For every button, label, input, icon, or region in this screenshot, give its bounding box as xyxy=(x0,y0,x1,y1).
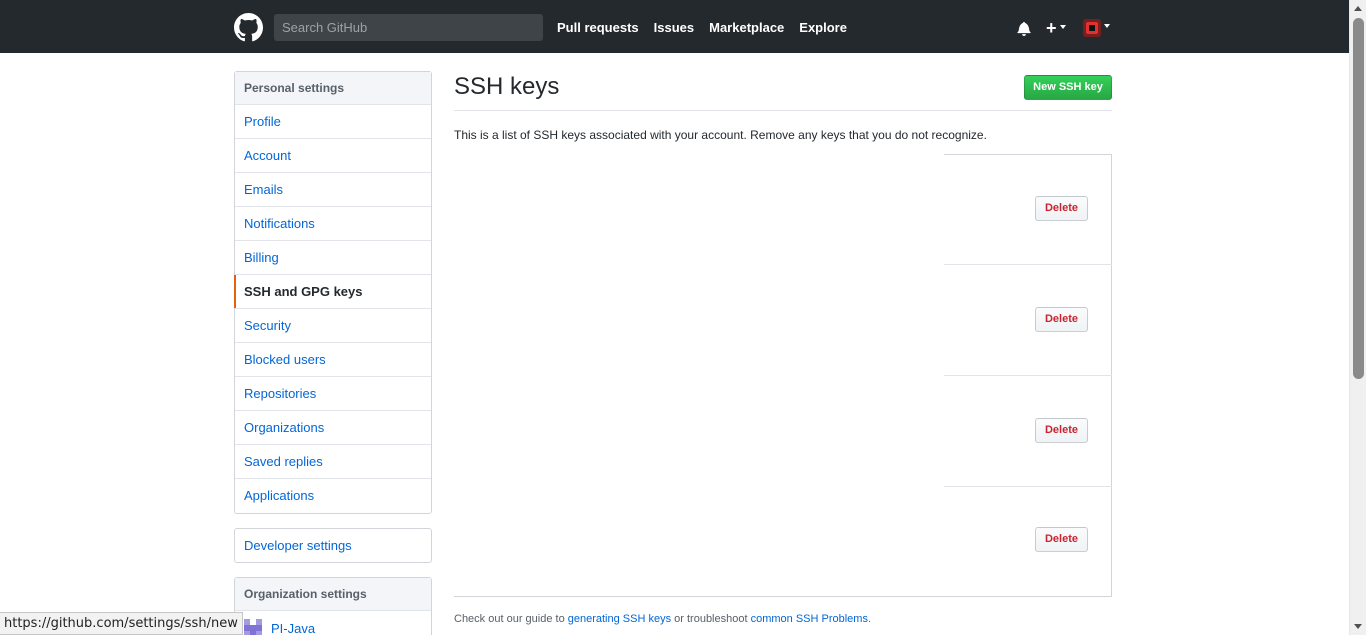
github-logo-icon[interactable] xyxy=(234,13,263,42)
divider xyxy=(944,486,1112,487)
menu-heading: Personal settings xyxy=(235,72,431,105)
sidebar-item-developer-settings[interactable]: Developer settings xyxy=(235,529,431,562)
sidebar-item-ssh-gpg-keys[interactable]: SSH and GPG keys xyxy=(234,275,431,309)
divider xyxy=(944,264,1112,265)
organization-settings-menu: Organization settings PI-Java xyxy=(234,577,432,635)
sidebar-item-repositories[interactable]: Repositories xyxy=(235,377,431,411)
org-name: PI-Java xyxy=(271,620,316,635)
common-ssh-problems-link[interactable]: common SSH Problems xyxy=(751,613,868,625)
search-input[interactable] xyxy=(274,14,543,41)
chevron-down-icon xyxy=(1104,24,1110,28)
divider xyxy=(944,375,1112,376)
help-note-prefix: Check out our guide to xyxy=(454,613,568,625)
list-border xyxy=(454,596,1112,597)
sidebar-item-billing[interactable]: Billing xyxy=(235,241,431,275)
sidebar-item-org[interactable]: PI-Java xyxy=(235,611,431,635)
org-avatar xyxy=(244,619,262,635)
sidebar-item-saved-replies[interactable]: Saved replies xyxy=(235,445,431,479)
list-border xyxy=(944,154,1112,155)
ssh-key-list: Delete Delete Delete Delete xyxy=(454,154,1112,597)
status-bar-url: https://github.com/settings/ssh/new xyxy=(0,612,243,635)
scroll-up-arrow-icon[interactable] xyxy=(1354,6,1362,11)
sidebar-item-applications[interactable]: Applications xyxy=(235,479,431,513)
delete-key-button[interactable]: Delete xyxy=(1035,527,1088,552)
scroll-down-arrow-icon[interactable] xyxy=(1354,624,1362,629)
user-menu-dropdown[interactable] xyxy=(1083,19,1110,37)
sidebar-item-blocked-users[interactable]: Blocked users xyxy=(235,343,431,377)
nav-explore[interactable]: Explore xyxy=(799,20,847,36)
generating-ssh-keys-link[interactable]: generating SSH keys xyxy=(568,613,671,625)
page-scrollbar[interactable] xyxy=(1349,0,1366,635)
title-divider xyxy=(454,110,1112,111)
avatar xyxy=(1083,19,1101,37)
chevron-down-icon xyxy=(1059,25,1066,30)
sidebar-item-emails[interactable]: Emails xyxy=(235,173,431,207)
nav-marketplace[interactable]: Marketplace xyxy=(709,20,784,36)
sidebar-item-security[interactable]: Security xyxy=(235,309,431,343)
developer-settings-menu: Developer settings xyxy=(234,528,432,563)
help-note-middle: or troubleshoot xyxy=(671,613,751,625)
new-ssh-key-button[interactable]: New SSH key xyxy=(1024,75,1112,100)
personal-settings-menu: Personal settings Profile Account Emails… xyxy=(234,71,432,514)
nav-pull-requests[interactable]: Pull requests xyxy=(557,20,639,36)
page-title: SSH keys xyxy=(454,73,560,100)
create-new-dropdown[interactable]: + xyxy=(1046,19,1066,37)
delete-key-button[interactable]: Delete xyxy=(1035,418,1088,443)
top-header: Pull requests Issues Marketplace Explore… xyxy=(0,0,1349,53)
sidebar-item-profile[interactable]: Profile xyxy=(235,105,431,139)
sidebar-item-account[interactable]: Account xyxy=(235,139,431,173)
delete-key-button[interactable]: Delete xyxy=(1035,307,1088,332)
sidebar-item-notifications[interactable]: Notifications xyxy=(235,207,431,241)
intro-text: This is a list of SSH keys associated wi… xyxy=(454,128,987,142)
bell-icon[interactable] xyxy=(1017,21,1031,36)
nav-issues[interactable]: Issues xyxy=(654,20,694,36)
scroll-thumb[interactable] xyxy=(1353,18,1364,379)
help-note-suffix: . xyxy=(867,613,872,625)
plus-icon: + xyxy=(1046,18,1057,38)
help-note: Check out our guide to generating SSH ke… xyxy=(454,613,871,626)
menu-heading: Organization settings xyxy=(235,578,431,611)
delete-key-button[interactable]: Delete xyxy=(1035,196,1088,221)
sidebar-item-organizations[interactable]: Organizations xyxy=(235,411,431,445)
header-nav: Pull requests Issues Marketplace Explore xyxy=(557,20,862,36)
